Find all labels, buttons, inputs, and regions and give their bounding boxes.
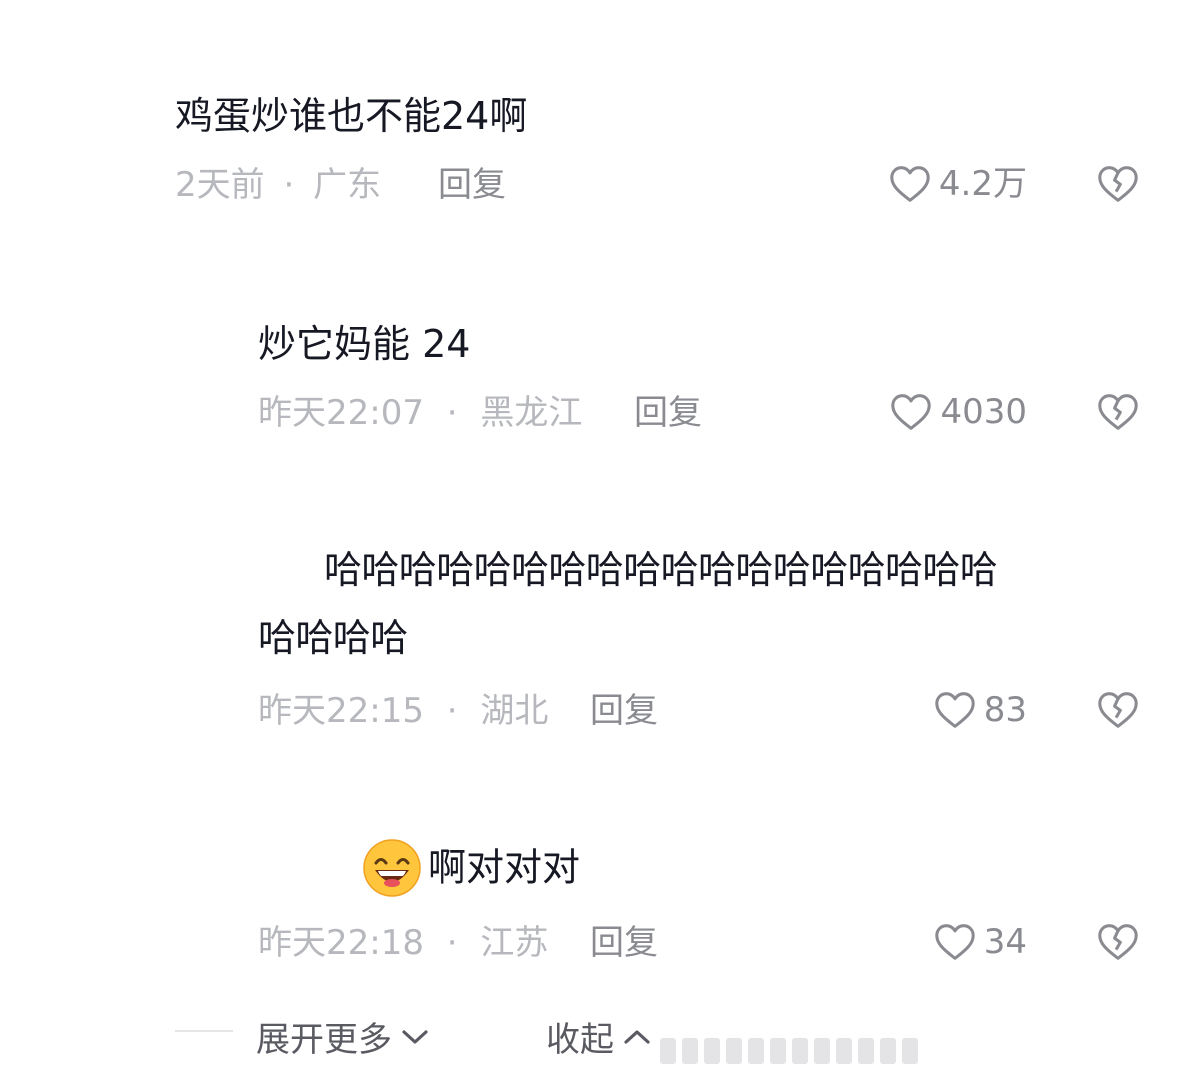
- like-button[interactable]: 4.2万: [887, 161, 1027, 207]
- meta-separator: ·: [446, 393, 458, 433]
- broken-heart-icon[interactable]: [1095, 389, 1141, 435]
- watermark-blocks: [660, 1038, 918, 1064]
- comment-text-line1: 哈哈哈哈哈哈哈哈哈哈哈哈哈哈哈哈哈哈: [324, 548, 998, 592]
- reply-button[interactable]: 回复: [438, 168, 506, 202]
- broken-heart-icon[interactable]: [1095, 687, 1141, 733]
- like-button[interactable]: 4030: [888, 389, 1027, 435]
- like-count: 4030: [940, 392, 1027, 432]
- heart-outline-icon: [934, 692, 975, 728]
- collapse-button[interactable]: 收起: [546, 1012, 652, 1061]
- comment-meta: 2天前 · 广东: [175, 168, 381, 202]
- comment-text: 鸡蛋炒谁也不能24啊: [175, 94, 528, 138]
- comment-meta: 昨天22:07 · 黑龙江: [258, 396, 582, 430]
- like-count: 34: [983, 922, 1027, 962]
- heart-outline-icon: [934, 924, 975, 960]
- comment-time: 昨天22:15: [258, 691, 424, 731]
- expand-more-button[interactable]: 展开更多: [256, 1012, 430, 1061]
- comment-text: 炒它妈能 24: [258, 322, 471, 366]
- comment-time: 2天前: [175, 165, 265, 205]
- reply-button[interactable]: 回复: [634, 396, 702, 430]
- comment-text-line2: 哈哈哈哈: [258, 616, 408, 660]
- comment-text-row: 啊对对对: [362, 838, 580, 898]
- meta-separator: ·: [446, 923, 458, 963]
- like-button[interactable]: 83: [932, 687, 1027, 733]
- like-count: 83: [983, 690, 1027, 730]
- comment-region: 广东: [313, 165, 382, 205]
- chevron-up-icon: [624, 1029, 650, 1044]
- heart-outline-icon: [891, 394, 932, 430]
- broken-heart-icon[interactable]: [1095, 919, 1141, 965]
- like-button[interactable]: 34: [932, 919, 1027, 965]
- meta-separator: ·: [446, 691, 458, 731]
- comment-time: 昨天22:07: [258, 393, 424, 433]
- footer-divider: [175, 1030, 233, 1032]
- comment-region: 湖北: [480, 691, 549, 731]
- comment-region: 江苏: [480, 923, 549, 963]
- like-count: 4.2万: [938, 164, 1027, 204]
- collapse-label: 收起: [546, 1020, 614, 1060]
- heart-outline-icon: [890, 166, 930, 202]
- broken-heart-icon[interactable]: [1095, 161, 1141, 207]
- expand-more-label: 展开更多: [256, 1020, 392, 1060]
- meta-separator: ·: [283, 165, 295, 205]
- comment-time: 昨天22:18: [258, 923, 424, 963]
- comment-region: 黑龙江: [480, 393, 583, 433]
- comment-meta: 昨天22:15 · 湖北: [258, 694, 548, 728]
- comment-text: 啊对对对: [428, 845, 581, 890]
- grinning-face-emoji: [363, 839, 421, 897]
- chevron-down-icon: [402, 1029, 428, 1044]
- reply-button[interactable]: 回复: [590, 694, 658, 728]
- reply-button[interactable]: 回复: [590, 926, 658, 960]
- comment-meta: 昨天22:18 · 江苏: [258, 926, 548, 960]
